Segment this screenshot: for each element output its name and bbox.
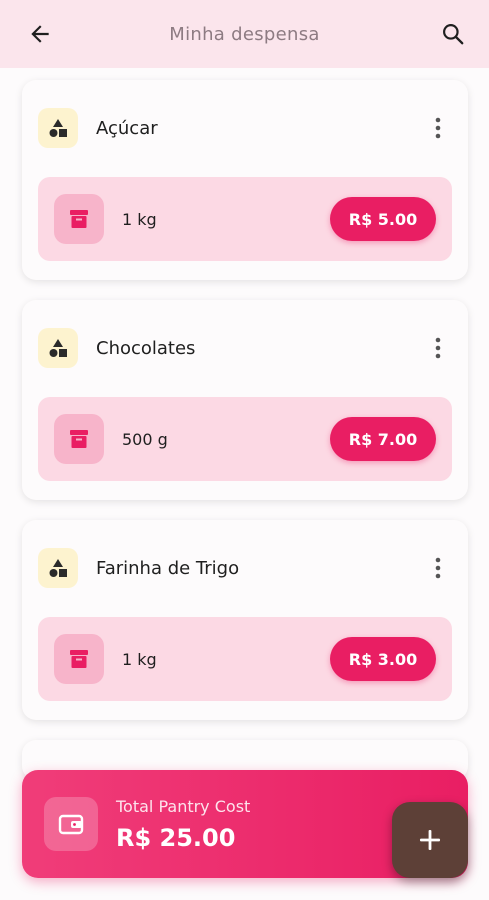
category-shapes-icon <box>38 328 78 368</box>
pantry-card[interactable]: Chocolates 500 g R$ 7.00 <box>22 300 468 500</box>
pantry-card[interactable]: Açúcar 1 kg R$ 5.00 <box>22 80 468 280</box>
total-label: Total Pantry Cost <box>116 796 251 816</box>
item-detail-row[interactable]: 1 kg R$ 5.00 <box>38 177 452 261</box>
search-icon <box>443 24 464 45</box>
wallet-icon <box>44 797 98 851</box>
arrow-back-icon <box>31 25 49 43</box>
more-options-button[interactable] <box>424 108 452 148</box>
pantry-card[interactable]: Farinha de Trigo 1 kg R$ 3.00 <box>22 520 468 720</box>
item-name: Farinha de Trigo <box>96 557 240 579</box>
page-title: Minha despensa <box>169 23 320 45</box>
item-quantity: 500 g <box>122 429 168 449</box>
card-header: Farinha de Trigo <box>38 548 452 588</box>
item-name: Chocolates <box>96 337 196 359</box>
price-badge[interactable]: R$ 7.00 <box>330 417 436 461</box>
app-bar: Minha despensa <box>0 0 489 68</box>
archive-box-icon <box>54 634 104 684</box>
category-shapes-icon <box>38 548 78 588</box>
item-quantity: 1 kg <box>122 649 157 669</box>
more-vert-icon <box>435 337 441 359</box>
card-header: Chocolates <box>38 328 452 368</box>
back-button[interactable] <box>22 16 58 52</box>
total-value: R$ 25.00 <box>116 823 236 852</box>
plus-icon <box>420 830 440 850</box>
item-detail-row[interactable]: 1 kg R$ 3.00 <box>38 617 452 701</box>
pantry-list: Açúcar 1 kg R$ 5.00 Chocolates 500 g R$ … <box>22 80 468 740</box>
archive-box-icon <box>54 194 104 244</box>
add-item-button[interactable] <box>392 802 468 878</box>
more-options-button[interactable] <box>424 328 452 368</box>
item-quantity: 1 kg <box>122 209 157 229</box>
price-badge[interactable]: R$ 5.00 <box>330 197 436 241</box>
card-header: Açúcar <box>38 108 452 148</box>
more-vert-icon <box>435 557 441 579</box>
item-name: Açúcar <box>96 117 158 139</box>
search-button[interactable] <box>435 16 471 52</box>
more-options-button[interactable] <box>424 548 452 588</box>
price-badge[interactable]: R$ 3.00 <box>330 637 436 681</box>
more-vert-icon <box>435 117 441 139</box>
total-text: Total Pantry Cost R$ 25.00 <box>116 797 250 852</box>
category-shapes-icon <box>38 108 78 148</box>
archive-box-icon <box>54 414 104 464</box>
item-detail-row[interactable]: 500 g R$ 7.00 <box>38 397 452 481</box>
